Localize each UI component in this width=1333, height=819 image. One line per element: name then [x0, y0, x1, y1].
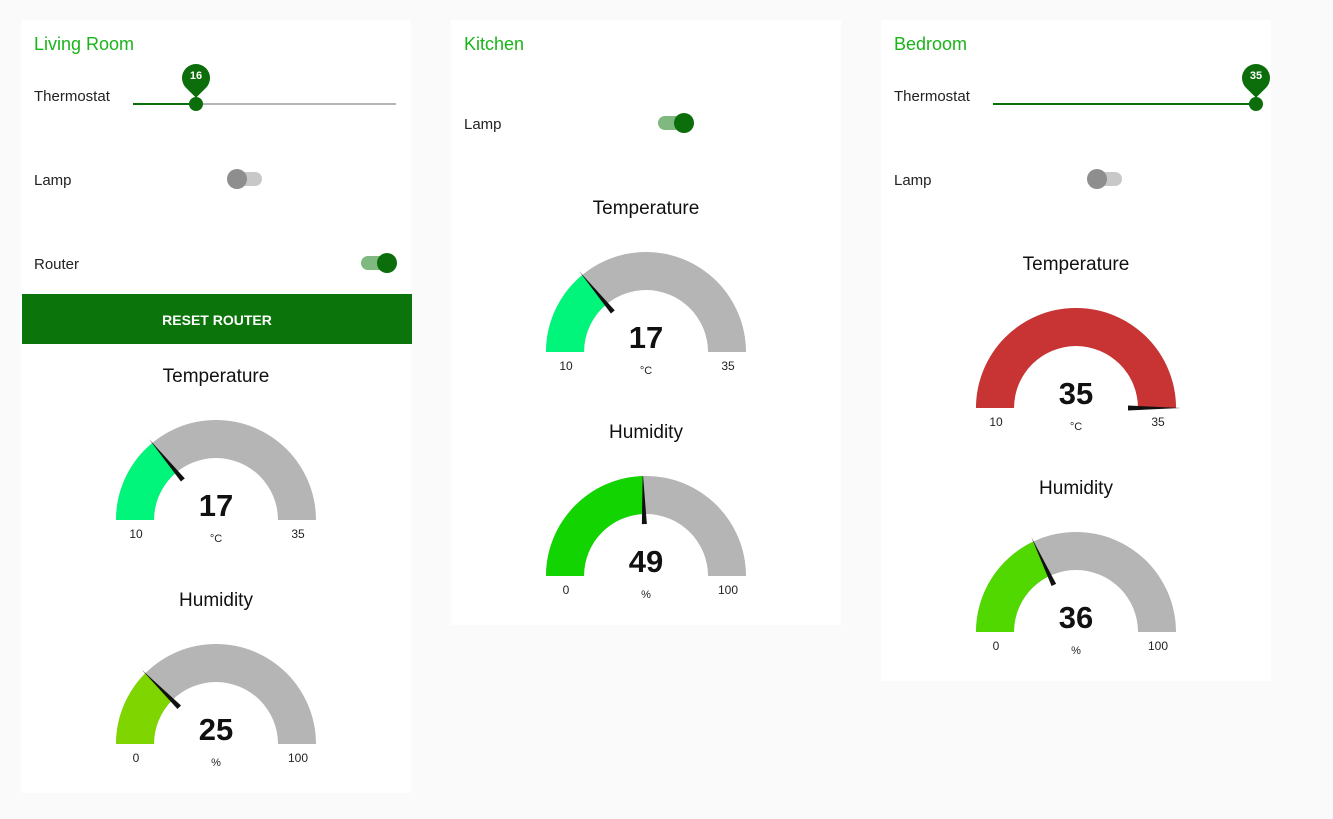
gauge-value: 17	[198, 488, 234, 523]
lamp-label: Lamp	[34, 172, 72, 189]
humidity-gauge: 25 % 0 100	[116, 644, 316, 774]
slider-thumb[interactable]	[189, 97, 203, 111]
reset-router-button[interactable]: RESET ROUTER	[22, 294, 412, 344]
slider-thumb[interactable]	[1249, 97, 1263, 111]
slider-fill	[993, 103, 1256, 105]
humidity-gauge: 49 % 0 100	[546, 476, 746, 606]
toggle-knob	[674, 113, 694, 133]
toggle-knob	[227, 169, 247, 189]
slider-fill	[133, 103, 196, 105]
card-title: Bedroom	[894, 34, 968, 54]
thermostat-slider[interactable]: 35	[993, 58, 1276, 111]
gauge-unit: %	[1071, 645, 1081, 657]
bedroom-card: Bedroom Thermostat 35 Lamp Temperature 3…	[881, 20, 1276, 681]
gauge-min: 0	[992, 639, 1000, 653]
card-title: Kitchen	[464, 34, 525, 54]
gauge-value: 35	[1058, 376, 1094, 411]
temperature-gauge: 17 °C 10 35	[116, 420, 316, 550]
humidity-title: Humidity	[1039, 478, 1113, 499]
gauge-value: 17	[628, 320, 664, 355]
gauge-max: 100	[717, 583, 739, 597]
gauge-min: 0	[562, 583, 570, 597]
toggle-knob	[1087, 169, 1107, 189]
gauge-value: 25	[198, 712, 234, 747]
gauge-unit: °C	[209, 533, 223, 545]
lamp-toggle[interactable]	[1087, 169, 1124, 189]
gauge-value: 49	[628, 544, 664, 579]
temperature-title: Temperature	[592, 198, 700, 219]
thermostat-label: Thermostat	[894, 88, 970, 105]
temperature-gauge: 35 °C 10 35	[976, 308, 1181, 438]
gauge-unit: °C	[1069, 421, 1083, 433]
humidity-gauge: 36 % 0 100	[976, 532, 1176, 662]
temperature-title: Temperature	[162, 366, 270, 387]
gauge-min: 10	[129, 527, 143, 541]
toggle-knob	[377, 253, 397, 273]
kitchen-card: Kitchen Lamp Temperature 17 °C 10 35 Hum…	[451, 20, 841, 625]
gauge-min: 0	[132, 751, 140, 765]
gauge-value: 36	[1058, 600, 1094, 635]
gauge-max: 100	[1147, 639, 1169, 653]
slider-value: 16	[189, 70, 203, 82]
temperature-title: Temperature	[1022, 254, 1130, 275]
humidity-title: Humidity	[179, 590, 253, 611]
slider-value: 35	[1249, 70, 1263, 82]
humidity-title: Humidity	[609, 422, 683, 443]
gauge-max: 35	[1151, 415, 1165, 429]
gauge-unit: °C	[639, 365, 653, 377]
temperature-gauge: 17 °C 10 35	[546, 252, 746, 382]
gauge-min: 10	[559, 359, 573, 373]
lamp-toggle[interactable]	[227, 169, 264, 189]
gauge-unit: %	[211, 757, 221, 769]
thermostat-label: Thermostat	[34, 88, 110, 105]
gauge-max: 100	[287, 751, 309, 765]
card-title: Living Room	[34, 34, 135, 54]
gauge-max: 35	[291, 527, 305, 541]
router-label: Router	[34, 256, 80, 273]
gauge-unit: %	[641, 589, 651, 601]
gauge-max: 35	[721, 359, 735, 373]
lamp-toggle[interactable]	[658, 113, 694, 133]
thermostat-slider[interactable]: 16	[133, 58, 396, 111]
lamp-label: Lamp	[464, 116, 502, 133]
gauge-min: 10	[989, 415, 1003, 429]
lamp-label: Lamp	[894, 172, 932, 189]
router-toggle[interactable]	[361, 253, 397, 273]
living-room-card: Living Room Thermostat 16 Lamp Router RE…	[21, 20, 412, 793]
